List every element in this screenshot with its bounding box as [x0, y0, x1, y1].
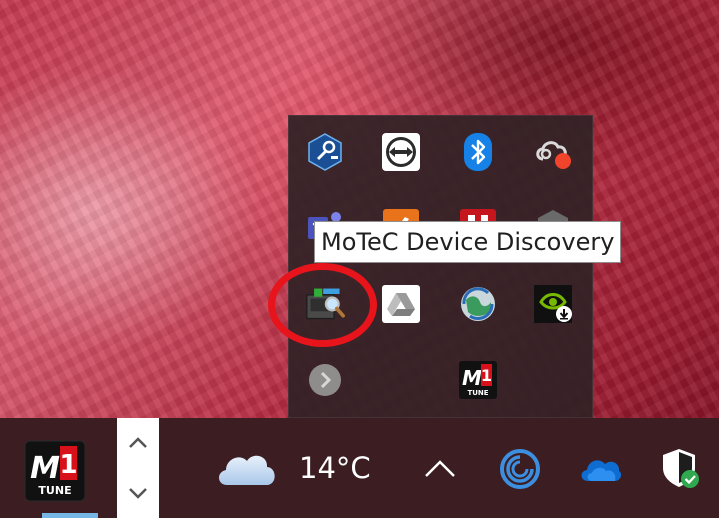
- globe-sync-icon[interactable]: [458, 284, 498, 324]
- cloud-icon: [218, 455, 275, 485]
- svg-text:M: M: [462, 366, 482, 390]
- teamviewer-icon[interactable]: [381, 132, 421, 172]
- scroll-down-button[interactable]: [117, 468, 159, 518]
- onedrive-icon: [581, 460, 622, 481]
- google-drive-icon[interactable]: [381, 284, 421, 324]
- taskbar-motec-m1-tune-button[interactable]: M 1 TUNE: [24, 440, 86, 502]
- scroll-up-button[interactable]: [117, 418, 159, 468]
- svg-text:1: 1: [481, 366, 492, 385]
- taskbar-scroll: [117, 418, 159, 518]
- m1-number: 1: [59, 450, 77, 480]
- show-hidden-icons-button[interactable]: [421, 450, 459, 488]
- m1-tune-label: TUNE: [38, 484, 71, 497]
- cortana-swirl-icon: [500, 449, 540, 489]
- weather-temperature[interactable]: 14°C: [299, 446, 371, 490]
- nvidia-icon[interactable]: [533, 284, 573, 324]
- network-tool-icon[interactable]: [305, 132, 345, 172]
- tooltip: MoTeC Device Discovery: [314, 221, 622, 263]
- chevron-down-icon: [129, 488, 147, 499]
- windows-security-shield-icon: [663, 449, 699, 488]
- cortana-button[interactable]: [499, 448, 541, 490]
- chevron-up-icon: [425, 460, 455, 477]
- motec-m1-tune-icon[interactable]: M 1 TUNE: [458, 360, 498, 400]
- active-app-indicator: [42, 513, 98, 518]
- chevron-up-icon: [129, 437, 147, 448]
- gray-circle-arrow-icon[interactable]: [305, 360, 345, 400]
- highlight-ring: [268, 263, 377, 347]
- creative-cloud-icon[interactable]: [533, 132, 573, 172]
- m1-letter: M: [30, 451, 60, 486]
- onedrive-button[interactable]: [578, 452, 622, 486]
- windows-security-button[interactable]: [660, 446, 702, 490]
- bluetooth-icon[interactable]: [458, 132, 498, 172]
- weather-widget[interactable]: [215, 447, 279, 493]
- motec-m1-tune-icon: M 1 TUNE: [24, 440, 86, 502]
- svg-text:TUNE: TUNE: [467, 389, 488, 397]
